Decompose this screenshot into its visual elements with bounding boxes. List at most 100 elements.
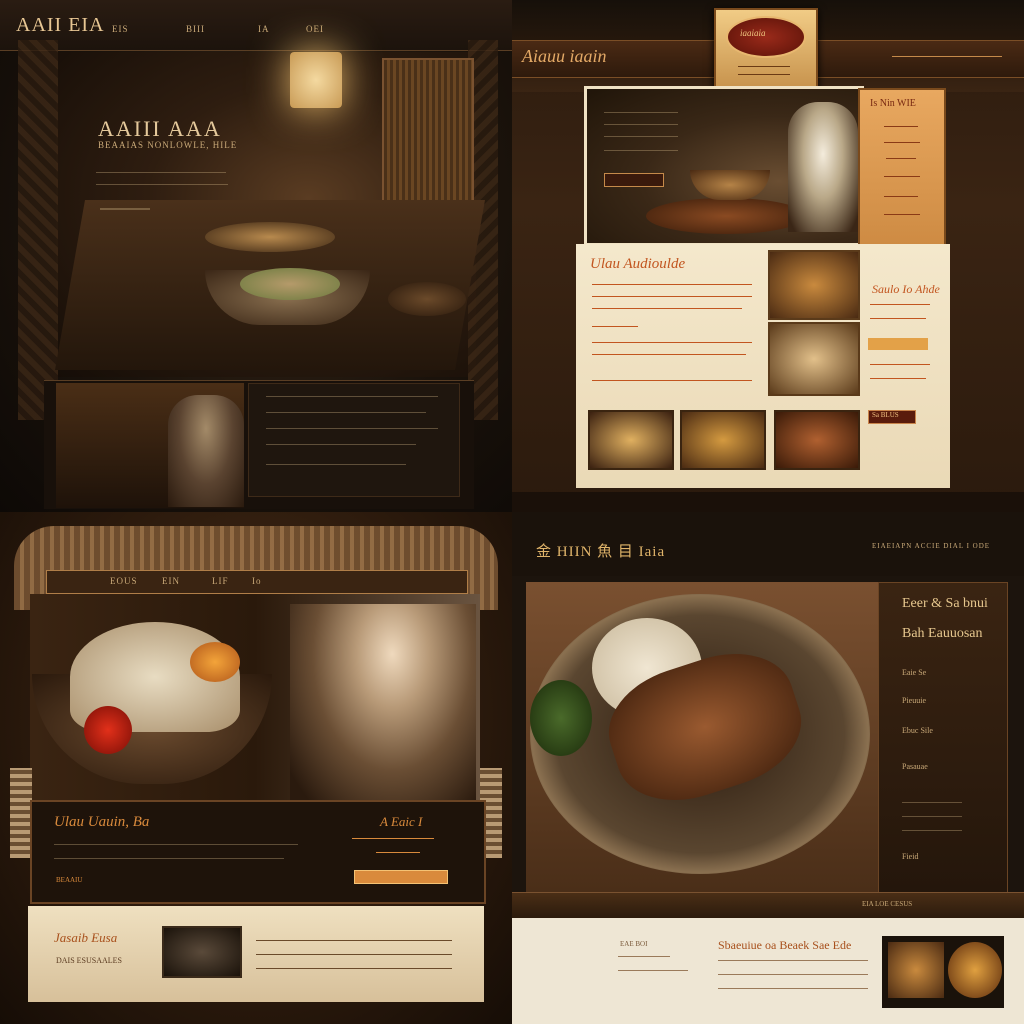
text-line bbox=[604, 150, 678, 151]
social-icons[interactable] bbox=[100, 208, 150, 210]
text-line bbox=[54, 858, 284, 859]
content-title: Ulau Audioulde bbox=[590, 256, 686, 272]
site-logo[interactable]: AAII EIA bbox=[16, 14, 105, 37]
text-line bbox=[718, 974, 868, 975]
lower-caption: DAIS ESUSAALES bbox=[56, 956, 123, 965]
nav-item[interactable]: OEI bbox=[306, 24, 324, 34]
nav-item[interactable]: EIN bbox=[162, 576, 180, 586]
band-link[interactable]: BEAAIU bbox=[56, 876, 82, 884]
table bbox=[646, 198, 806, 234]
dish-image[interactable] bbox=[768, 322, 860, 396]
text-line bbox=[592, 354, 746, 355]
text-line bbox=[592, 342, 752, 343]
panel-chef-site: Aiauu iaain iaaiaia Is Nin WIE Ulau Audi… bbox=[512, 0, 1024, 512]
text-line bbox=[256, 968, 452, 969]
hero-subtitle: BEAAIAS NONLOWLE, HILE bbox=[98, 140, 238, 150]
text-line bbox=[266, 444, 416, 445]
text-line bbox=[718, 960, 868, 961]
panel-line[interactable]: Ebuc Sile bbox=[902, 726, 933, 735]
lower-title: Sbaeuiue oa Beaek Sae Ede bbox=[718, 938, 852, 952]
panel-line[interactable]: Pasauae bbox=[902, 762, 928, 771]
collage: AAII EIA EIS BIII IA OEI AAIII AAA BEAAI… bbox=[0, 0, 1024, 1024]
menu-line bbox=[884, 126, 918, 127]
menu-line bbox=[884, 176, 920, 177]
text-line bbox=[718, 988, 868, 989]
dish bbox=[388, 282, 466, 316]
woman-portrait bbox=[290, 604, 476, 804]
person-image bbox=[168, 395, 244, 507]
text-line bbox=[266, 464, 406, 465]
panel-line[interactable]: Fieid bbox=[902, 852, 918, 861]
sidebar-button-label: Sa BLUS bbox=[872, 411, 899, 419]
text-line bbox=[592, 308, 742, 309]
footer bbox=[512, 492, 1024, 512]
text-line bbox=[96, 184, 228, 185]
site-logo[interactable]: Aiauu iaain bbox=[522, 46, 607, 67]
menu-line bbox=[886, 158, 916, 159]
carved-frame-left bbox=[18, 40, 58, 420]
nav-item[interactable]: EOUS bbox=[110, 576, 138, 586]
panel-woman-site: EOUS EIN LIF Io Ulau Uauin, Ba BEAAIU A … bbox=[0, 512, 512, 1024]
text-line bbox=[256, 954, 452, 955]
menu-line bbox=[884, 196, 918, 197]
chef-image bbox=[788, 102, 858, 232]
menu-line bbox=[884, 142, 920, 143]
nav-item[interactable]: IA bbox=[258, 24, 270, 34]
band-title: Ulau Uauin, Ba bbox=[54, 814, 150, 830]
panel-line[interactable]: Eaie Se bbox=[902, 668, 926, 677]
lower-small: EAE BOI bbox=[620, 940, 648, 948]
panel-line[interactable]: Pieuuie bbox=[902, 696, 926, 705]
highlight-bar[interactable] bbox=[868, 338, 928, 350]
text-line bbox=[902, 830, 962, 831]
divider-caption: EIA LOE CESUS bbox=[862, 900, 913, 908]
panel-subtitle: Bah Eauuosan bbox=[902, 626, 983, 641]
dish-image[interactable] bbox=[768, 250, 860, 320]
flower-garnish bbox=[84, 706, 132, 754]
text-line bbox=[266, 412, 426, 413]
panel-plate-site: 金 HIIN 魚 目 Iaia EIAEIAPN ACCIE DIAL I OD… bbox=[512, 512, 1024, 1024]
text-line bbox=[902, 802, 962, 803]
text-line bbox=[592, 296, 752, 297]
text-line bbox=[738, 74, 790, 75]
nav-item[interactable]: EIS bbox=[112, 24, 129, 34]
text-line bbox=[870, 304, 930, 305]
text-line bbox=[256, 940, 452, 941]
text-line bbox=[618, 956, 670, 957]
gallery-thumb[interactable] bbox=[774, 410, 860, 470]
gallery-thumb[interactable] bbox=[680, 410, 766, 470]
text-line bbox=[266, 428, 438, 429]
nav-item[interactable]: Io bbox=[252, 576, 262, 586]
broccoli bbox=[530, 680, 592, 756]
gallery-thumb[interactable] bbox=[588, 410, 674, 470]
lower-image[interactable] bbox=[162, 926, 242, 978]
dish-thumb[interactable] bbox=[888, 942, 944, 998]
nav-item[interactable]: LIF bbox=[212, 576, 229, 586]
sidebar-title: Saulo Io Ahde bbox=[872, 282, 940, 296]
menu-line bbox=[884, 214, 920, 215]
band-right-title: A Eaic I bbox=[380, 814, 423, 829]
top-nav[interactable]: EIAEIAPN ACCIE DIAL I ODE bbox=[872, 542, 990, 550]
site-logo[interactable]: 金 HIIN 魚 目 Iaia bbox=[536, 540, 665, 561]
text-line bbox=[352, 838, 434, 839]
wood-divider bbox=[512, 892, 1024, 919]
text-line bbox=[604, 112, 678, 113]
lower-title: Jasaib Eusa bbox=[54, 930, 118, 945]
text-line bbox=[96, 172, 226, 173]
nav-links[interactable] bbox=[892, 56, 1002, 57]
text-line bbox=[604, 136, 678, 137]
text-line bbox=[592, 326, 638, 327]
text-line bbox=[592, 380, 752, 381]
hero-title: AAIII AAA bbox=[98, 116, 222, 141]
band-button[interactable] bbox=[354, 870, 448, 884]
dish bbox=[205, 222, 335, 252]
nav-item[interactable]: BIII bbox=[186, 24, 205, 34]
text-line bbox=[870, 318, 926, 319]
text-line bbox=[604, 124, 678, 125]
text-line bbox=[870, 378, 926, 379]
food bbox=[240, 268, 340, 300]
text-line bbox=[902, 816, 962, 817]
dish-thumb[interactable] bbox=[948, 942, 1002, 998]
text-line bbox=[592, 284, 752, 285]
panel-title: Eeer & Sa bnui bbox=[902, 596, 988, 611]
hero-button[interactable] bbox=[604, 173, 664, 187]
